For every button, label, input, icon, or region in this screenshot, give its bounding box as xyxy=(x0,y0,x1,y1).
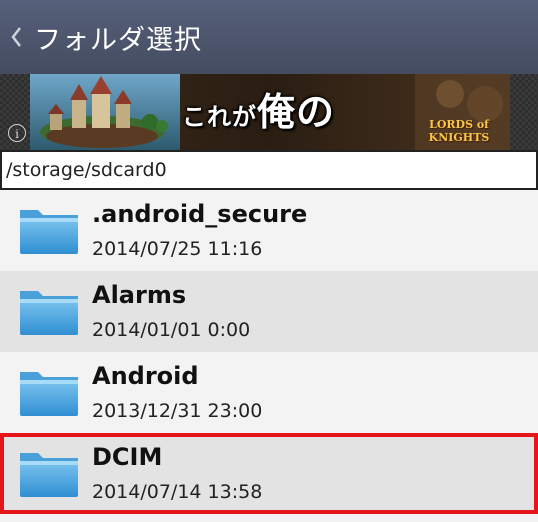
ad-logo: LORDS of KNIGHTS xyxy=(428,118,490,144)
ad-headline-small: これが xyxy=(182,102,257,131)
ad-headline: これが俺の城…!? xyxy=(182,80,432,150)
list-item[interactable]: .android_secure 2014/07/25 11:16 xyxy=(0,190,538,271)
page-title: フォルダ選択 xyxy=(34,24,202,56)
list-item-selected[interactable]: DCIM 2014/07/14 13:58 xyxy=(0,433,538,514)
ad-banner[interactable]: これが俺の城…!? LORDS of KNIGHTS xyxy=(30,74,510,150)
folder-date: 2014/01/01 0:00 xyxy=(92,319,251,341)
current-path: /storage/sdcard0 xyxy=(6,159,167,181)
folder-name: Alarms xyxy=(92,281,187,309)
folder-icon xyxy=(20,453,78,497)
folder-icon xyxy=(20,291,78,335)
list-item[interactable]: Android 2013/12/31 23:00 xyxy=(0,352,538,433)
folder-name: .android_secure xyxy=(92,200,308,228)
folder-date: 2013/12/31 23:00 xyxy=(92,400,263,422)
chevron-left-icon[interactable] xyxy=(6,22,26,52)
folder-icon xyxy=(20,210,78,254)
action-bar: フォルダ選択 xyxy=(0,0,538,74)
app-screen: フォルダ選択 これが俺の LORDS of KNIGHTS i /storage… xyxy=(0,0,538,522)
folder-name: DCIM xyxy=(92,443,163,471)
folder-icon xyxy=(20,372,78,416)
folder-date: 2014/07/25 11:16 xyxy=(92,238,263,260)
list-item[interactable]: Alarms 2014/01/01 0:00 xyxy=(0,271,538,352)
info-icon[interactable]: i xyxy=(8,124,26,142)
path-bar: /storage/sdcard0 xyxy=(0,150,538,190)
folder-list: .android_secure 2014/07/25 11:16 Alarms … xyxy=(0,190,538,514)
folder-name: Android xyxy=(92,362,199,390)
folder-date: 2014/07/14 13:58 xyxy=(92,481,263,503)
